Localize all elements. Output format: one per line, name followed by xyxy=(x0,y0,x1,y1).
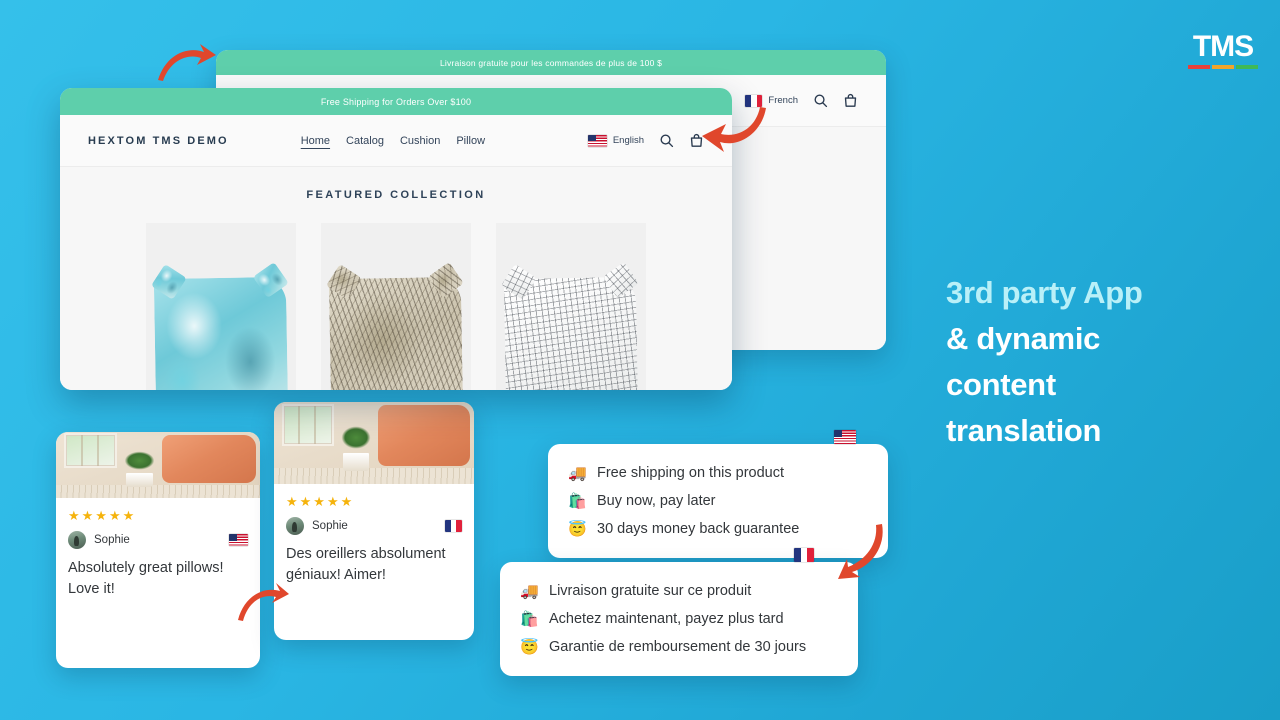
pillow-graphic xyxy=(153,276,289,390)
headline-line-2: & dynamic xyxy=(946,321,1101,356)
pot-graphic xyxy=(343,452,369,471)
window-graphic xyxy=(282,403,334,447)
france-flag-icon xyxy=(445,520,462,532)
reviewer-row: Sophie xyxy=(286,517,462,535)
benefit-card-french[interactable]: 🚚 Livraison gratuite sur ce produit 🛍️ A… xyxy=(500,548,858,676)
product-card-teal-watercolor-pillow[interactable] xyxy=(146,223,296,390)
orange-cushion-graphic xyxy=(162,434,256,484)
bench-graphic xyxy=(56,484,260,498)
storefront-body-english: FEATURED COLLECTION xyxy=(60,167,732,390)
headline-line-4: translation xyxy=(946,413,1102,448)
logo-bar-orange xyxy=(1212,65,1234,69)
benefit-text: Free shipping on this product xyxy=(597,465,784,481)
shopping-bags-icon: 🛍️ xyxy=(568,492,587,510)
arrow-to-french-banner-icon xyxy=(156,40,218,84)
review-card-french[interactable]: ★★★★★ Sophie Des oreillers absolument gé… xyxy=(274,402,474,640)
nav-link-catalog[interactable]: Catalog xyxy=(346,135,384,147)
nav-link-cushion[interactable]: Cushion xyxy=(400,135,440,147)
page-headline: 3rd party App & dynamic content translat… xyxy=(946,270,1246,454)
arrow-to-english-cart-icon xyxy=(700,104,770,160)
pillow-graphic xyxy=(328,276,464,390)
avatar xyxy=(286,517,304,535)
language-label: French xyxy=(768,95,798,106)
review-text: Des oreillers absolument géniaux! Aimer! xyxy=(286,546,446,583)
nav-link-home[interactable]: Home xyxy=(301,135,330,147)
featured-collection-title: FEATURED COLLECTION xyxy=(306,189,486,201)
promo-banner-english: Free Shipping for Orders Over $100 xyxy=(60,88,732,115)
benefit-text: Garantie de remboursement de 30 jours xyxy=(549,639,807,655)
review-text: Absolutely great pillows! Love it! xyxy=(68,560,224,597)
headline-line-3: content xyxy=(946,367,1056,402)
review-body: ★★★★★ Sophie Des oreillers absolument gé… xyxy=(274,484,474,586)
shop-name[interactable]: HEXTOM TMS DEMO xyxy=(88,135,229,147)
benefit-row-buy-now-pay-later: 🛍️ Buy now, pay later xyxy=(568,487,868,515)
star-rating: ★★★★★ xyxy=(286,494,355,509)
arrow-to-french-benefits-icon xyxy=(832,522,888,582)
headline-accent-line: 3rd party App xyxy=(946,275,1143,310)
main-navigation: Home Catalog Cushion Pillow xyxy=(301,135,485,147)
promo-banner-text: Free Shipping for Orders Over $100 xyxy=(320,96,472,107)
arrow-to-french-review-icon xyxy=(236,580,290,624)
shopping-bag-icon[interactable] xyxy=(843,93,858,108)
reviewer-row: Sophie xyxy=(68,531,248,549)
avatar xyxy=(68,531,86,549)
logo-bar-red xyxy=(1188,65,1210,69)
promo-banner-text: Livraison gratuite pour les commandes de… xyxy=(439,57,662,68)
search-icon[interactable] xyxy=(659,133,674,148)
benefit-row-buy-now-pay-later: 🛍️ Achetez maintenant, payez plus tard xyxy=(520,605,838,633)
benefit-row-money-back-guarantee: 😇 30 days money back guarantee xyxy=(568,515,868,543)
benefit-row-money-back-guarantee: 😇 Garantie de remboursement de 30 jours xyxy=(520,633,838,661)
benefit-text: Buy now, pay later xyxy=(597,493,716,509)
benefit-text: Achetez maintenant, payez plus tard xyxy=(549,611,784,627)
smiling-angel-icon: 😇 xyxy=(520,638,539,656)
product-card-botanical-print-pillow[interactable] xyxy=(321,223,471,390)
star-rating: ★★★★★ xyxy=(68,508,137,523)
reviewer-name: Sophie xyxy=(94,534,130,546)
smiling-angel-icon: 😇 xyxy=(568,520,587,538)
shopping-bags-icon: 🛍️ xyxy=(520,610,539,628)
pot-graphic xyxy=(126,472,153,488)
storefront-window-english[interactable]: Free Shipping for Orders Over $100 HEXTO… xyxy=(60,88,732,390)
review-card-english[interactable]: ★★★★★ Sophie Absolutely great pillows! L… xyxy=(56,432,260,668)
window-graphic xyxy=(64,433,118,468)
review-body: ★★★★★ Sophie Absolutely great pillows! L… xyxy=(56,498,260,600)
nav-link-pillow[interactable]: Pillow xyxy=(456,135,485,147)
bench-graphic xyxy=(274,467,474,484)
language-selector-english[interactable]: English xyxy=(587,134,644,147)
france-flag-icon xyxy=(794,548,814,562)
delivery-truck-icon: 🚚 xyxy=(568,464,587,482)
product-grid xyxy=(60,201,732,390)
review-product-photo xyxy=(56,432,260,498)
storefront-navbar-english: HEXTOM TMS DEMO Home Catalog Cushion Pil… xyxy=(60,115,732,167)
pillow-graphic xyxy=(503,276,639,390)
logo-bar-green xyxy=(1236,65,1258,69)
tms-logo-color-bars xyxy=(1188,65,1258,69)
benefit-text: Livraison gratuite sur ce produit xyxy=(549,583,752,599)
usa-flag-icon xyxy=(834,430,856,449)
promo-banner-french: Livraison gratuite pour les commandes de… xyxy=(216,50,886,75)
benefit-text: 30 days money back guarantee xyxy=(597,521,800,537)
language-label: English xyxy=(612,135,644,146)
benefit-row-free-shipping: 🚚 Livraison gratuite sur ce produit xyxy=(520,577,838,605)
benefit-row-free-shipping: 🚚 Free shipping on this product xyxy=(568,459,868,487)
tms-logo: TMS xyxy=(1188,32,1258,69)
usa-flag-icon xyxy=(229,534,248,546)
tms-logo-text: TMS xyxy=(1192,30,1254,63)
delivery-truck-icon: 🚚 xyxy=(520,582,539,600)
search-icon[interactable] xyxy=(813,93,828,108)
reviewer-name: Sophie xyxy=(312,520,348,532)
orange-cushion-graphic xyxy=(378,405,470,466)
review-product-photo xyxy=(274,402,474,484)
product-card-grid-pattern-pillow[interactable] xyxy=(496,223,646,390)
usa-flag-icon xyxy=(587,134,607,147)
